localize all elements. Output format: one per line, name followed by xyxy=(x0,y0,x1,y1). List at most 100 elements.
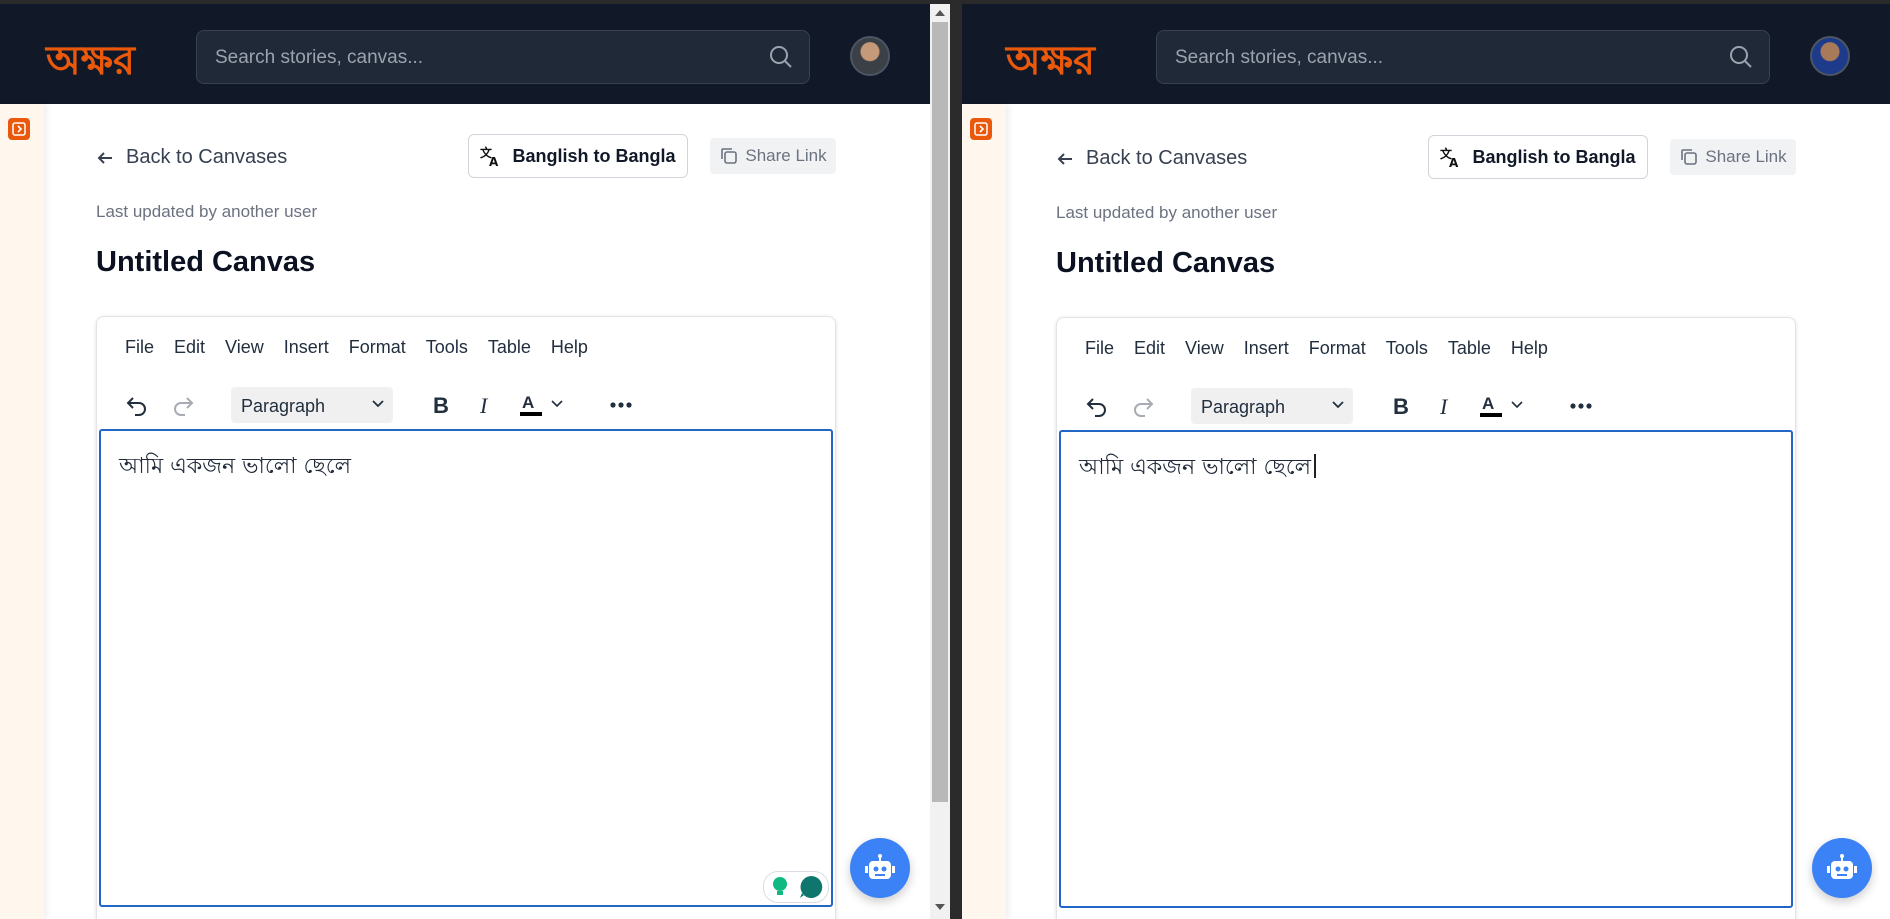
grammar-assistant-widget[interactable] xyxy=(763,871,829,903)
more-options-button[interactable] xyxy=(1561,386,1601,426)
akkhor-logo[interactable]: অক্ষর xyxy=(1004,28,1114,86)
user-avatar[interactable] xyxy=(1810,36,1850,76)
sidebar-expand-icon[interactable] xyxy=(970,118,992,140)
menu-insert[interactable]: Insert xyxy=(1244,338,1289,359)
page-title[interactable]: Untitled Canvas xyxy=(1056,247,1275,280)
editor-text[interactable]: আমি একজন ভালো ছেলে xyxy=(1079,455,1311,480)
bold-button[interactable]: B xyxy=(1383,386,1419,426)
menu-view[interactable]: View xyxy=(225,337,264,358)
editor-content-area[interactable]: আমি একজন ভালো ছেলে xyxy=(99,429,833,907)
akkhor-logo[interactable]: অক্ষর xyxy=(44,28,154,86)
menu-table[interactable]: Table xyxy=(1448,338,1491,359)
italic-icon: I xyxy=(1439,395,1449,417)
top-navbar: অক্ষর Search stories, canvas... xyxy=(0,0,932,104)
editor-toolbar: Paragraph B I A xyxy=(117,385,817,425)
share-button-label: Share Link xyxy=(745,146,827,165)
copy-icon xyxy=(721,148,738,164)
undo-icon xyxy=(1086,398,1106,417)
rich-text-editor: File Edit View Insert Format Tools Table… xyxy=(96,316,836,919)
back-to-canvases-link[interactable]: Back to Canvases xyxy=(1056,147,1247,170)
svg-text:I: I xyxy=(1439,395,1449,417)
redo-button[interactable] xyxy=(165,385,201,425)
bold-button[interactable]: B xyxy=(423,385,459,425)
menu-format[interactable]: Format xyxy=(349,337,406,358)
banglish-to-bangla-button[interactable]: 文A Banglish to Bangla xyxy=(1428,135,1648,179)
editor-text-line: আমি একজন ভালো ছেলে xyxy=(1079,450,1316,487)
left-window-scrollbar[interactable] xyxy=(930,4,950,919)
menu-help[interactable]: Help xyxy=(1511,338,1548,359)
editor-menubar: File Edit View Insert Format Tools Table… xyxy=(1085,338,1548,359)
scrollbar-thumb[interactable] xyxy=(932,22,948,802)
browser-window-left: অক্ষর Search stories, canvas... Back to … xyxy=(0,0,932,919)
undo-button[interactable] xyxy=(1079,386,1115,426)
robot-icon xyxy=(865,854,895,879)
text-color-button[interactable]: A xyxy=(1473,386,1533,426)
translate-icon: 文A xyxy=(1440,146,1459,168)
scroll-up-arrow[interactable] xyxy=(935,10,945,16)
arrow-left-icon xyxy=(97,151,112,164)
robot-icon xyxy=(1827,854,1857,879)
menu-insert[interactable]: Insert xyxy=(284,337,329,358)
search-bar[interactable]: Search stories, canvas... xyxy=(196,30,810,84)
arrow-left-icon xyxy=(1057,152,1072,165)
search-placeholder: Search stories, canvas... xyxy=(1175,47,1384,68)
chevron-down-icon xyxy=(1332,401,1344,409)
redo-icon xyxy=(174,397,194,416)
svg-text:B: B xyxy=(433,394,449,416)
top-navbar: অক্ষর Search stories, canvas... xyxy=(962,0,1890,104)
editor-text[interactable]: আমি একজন ভালো ছেলে xyxy=(119,449,351,486)
editor-content-area[interactable]: আমি একজন ভালো ছেলে xyxy=(1059,430,1793,908)
menu-edit[interactable]: Edit xyxy=(174,337,205,358)
translate-icon: 文A xyxy=(480,145,499,167)
svg-text:A: A xyxy=(1449,156,1459,168)
italic-button[interactable]: I xyxy=(1427,386,1463,426)
menu-format[interactable]: Format xyxy=(1309,338,1366,359)
chevron-down-icon xyxy=(372,400,384,408)
back-to-canvases-link[interactable]: Back to Canvases xyxy=(96,146,287,169)
ai-assistant-button[interactable] xyxy=(1812,838,1872,898)
svg-text:B: B xyxy=(1393,395,1409,417)
page-title[interactable]: Untitled Canvas xyxy=(96,246,315,279)
chat-bubble-icon xyxy=(800,875,823,898)
search-icon[interactable] xyxy=(1727,43,1755,71)
italic-icon: I xyxy=(479,394,489,416)
block-format-select[interactable]: Paragraph xyxy=(231,387,393,423)
translate-button-label: Banglish to Bangla xyxy=(1472,146,1636,167)
menu-tools[interactable]: Tools xyxy=(426,337,468,358)
text-color-icon: A xyxy=(520,393,563,416)
share-button-label: Share Link xyxy=(1705,147,1787,166)
undo-button[interactable] xyxy=(119,385,155,425)
rich-text-editor: File Edit View Insert Format Tools Table… xyxy=(1056,317,1796,919)
bold-icon: B xyxy=(433,394,449,416)
user-avatar[interactable] xyxy=(850,36,890,76)
search-bar[interactable]: Search stories, canvas... xyxy=(1156,30,1770,84)
back-link-label: Back to Canvases xyxy=(1086,147,1248,169)
menu-table[interactable]: Table xyxy=(488,337,531,358)
menu-file[interactable]: File xyxy=(125,337,154,358)
text-color-button[interactable]: A xyxy=(513,385,573,425)
scroll-down-arrow[interactable] xyxy=(935,904,945,910)
sidebar xyxy=(0,104,44,919)
block-format-select[interactable]: Paragraph xyxy=(1191,388,1353,424)
menu-file[interactable]: File xyxy=(1085,338,1114,359)
italic-button[interactable]: I xyxy=(467,385,503,425)
share-link-button[interactable]: Share Link xyxy=(1670,139,1796,175)
svg-text:অক্ষর: অক্ষর xyxy=(1004,38,1097,84)
ai-assistant-button[interactable] xyxy=(850,838,910,898)
search-icon[interactable] xyxy=(767,43,795,71)
sidebar-expand-icon[interactable] xyxy=(8,118,30,140)
svg-text:অক্ষর: অক্ষর xyxy=(44,38,137,84)
more-options-button[interactable] xyxy=(601,385,641,425)
redo-button[interactable] xyxy=(1125,386,1161,426)
copy-icon xyxy=(1681,149,1698,165)
svg-text:I: I xyxy=(479,394,489,416)
menu-edit[interactable]: Edit xyxy=(1134,338,1165,359)
editor-menubar: File Edit View Insert Format Tools Table… xyxy=(125,337,588,358)
bold-icon: B xyxy=(1393,395,1409,417)
text-color-icon: A xyxy=(1480,394,1523,417)
menu-tools[interactable]: Tools xyxy=(1386,338,1428,359)
share-link-button[interactable]: Share Link xyxy=(710,138,836,174)
menu-view[interactable]: View xyxy=(1185,338,1224,359)
banglish-to-bangla-button[interactable]: 文A Banglish to Bangla xyxy=(468,134,688,178)
menu-help[interactable]: Help xyxy=(551,337,588,358)
